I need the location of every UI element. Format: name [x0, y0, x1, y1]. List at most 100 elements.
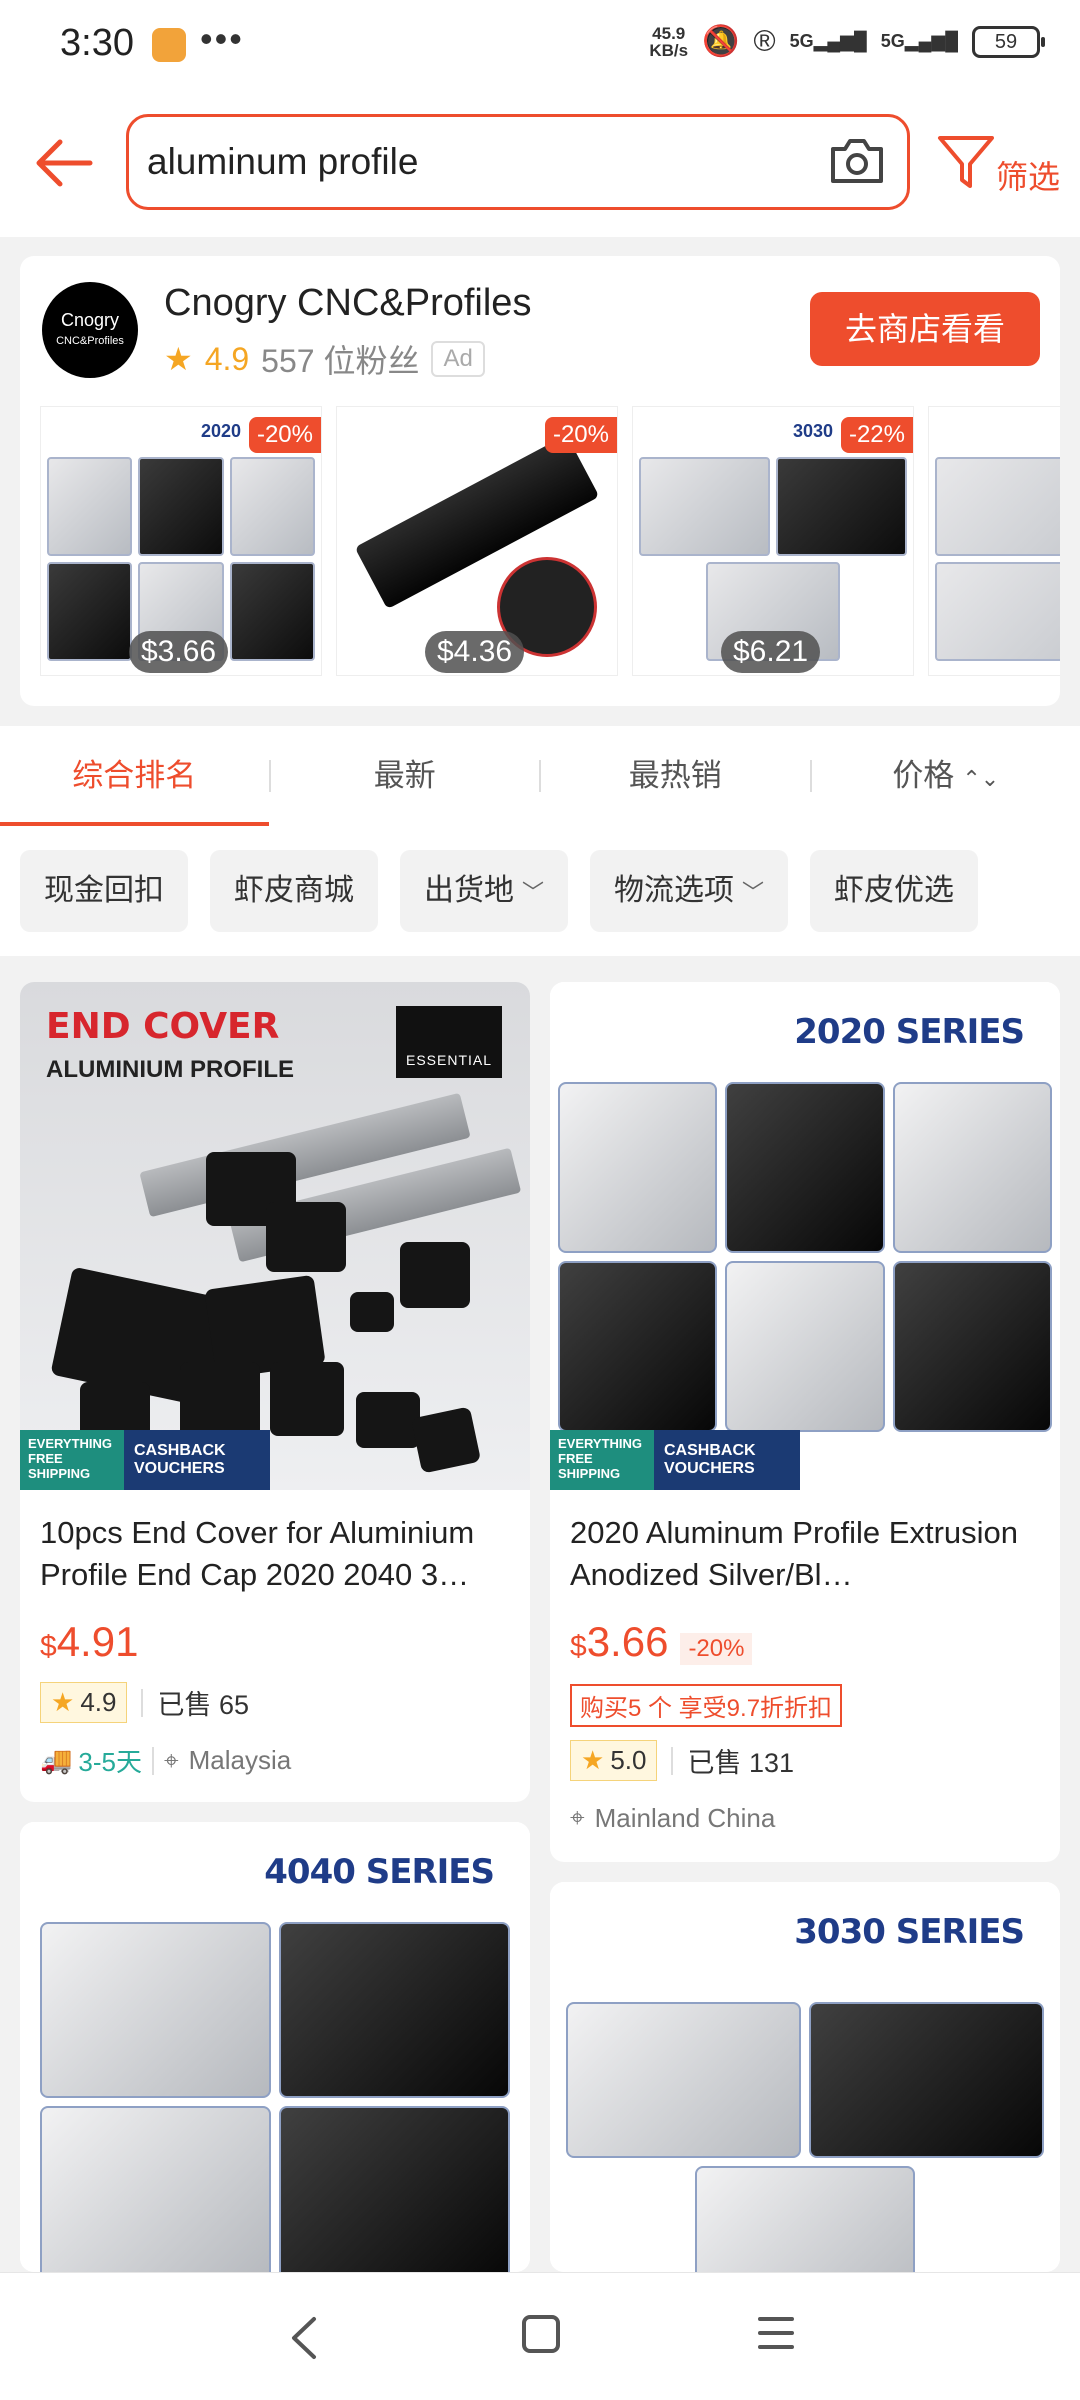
truck-icon: 🚚	[40, 1745, 73, 1775]
divider	[671, 1746, 674, 1775]
chevron-down-icon: ﹀	[742, 880, 765, 905]
bulk-discount-tag: 购买5 个 享受9.7折折扣	[570, 1684, 843, 1727]
chip-logistics[interactable]: 物流选项 ﹀	[590, 850, 789, 932]
search-header: aluminum profile 筛选	[0, 92, 1080, 237]
end-cap	[270, 1362, 344, 1436]
discount-tag: -20%	[248, 417, 321, 453]
product-image[interactable]: 4040 SERIES	[20, 1822, 530, 2272]
more-notifications-icon: •••	[200, 18, 244, 59]
end-cap	[356, 1392, 420, 1448]
shop-product-item[interactable]: $	[928, 406, 1060, 676]
product-image[interactable]: END COVER ALUMINIUM PROFILE ESSENTIAL EV…	[20, 982, 530, 1490]
image-title: 3030 SERIES	[794, 1912, 1025, 1952]
shop-followers: 557 位粉丝	[261, 343, 420, 379]
tab-top-sales[interactable]: 最热销	[541, 726, 810, 826]
sold-count: 已售 131	[687, 1748, 795, 1778]
price-value: 3.66	[586, 1618, 669, 1665]
product-card[interactable]: 2020 SERIES EVERYTHING FREE SHIPPING CAS…	[550, 982, 1060, 1862]
product-card[interactable]: 4040 SERIES	[20, 1822, 530, 2272]
registered-icon: ®	[753, 24, 776, 58]
product-image[interactable]: 3030 SERIES	[550, 1882, 1060, 2272]
ship-location: Mainland China	[594, 1802, 776, 1833]
signal-sim2-icon: 5G▂▄▆█	[880, 31, 958, 51]
back-arrow-icon[interactable]	[30, 130, 96, 196]
free-shipping-label: EVERYTHING FREE SHIPPING	[20, 1430, 124, 1490]
status-icons: 45.9 KB/s 🔕 ® 5G▂▄▆█ 5G▂▄▆█ 59	[649, 24, 1045, 59]
shop-product-carousel[interactable]: 2020 -20% $3.66 -20% $4.36 3030 -22% $6.…	[40, 406, 1060, 686]
chip-ship-from[interactable]: 出货地 ﹀	[400, 850, 569, 932]
star-icon: ★	[51, 1687, 75, 1717]
shop-logo[interactable]: Cnogry CNC&Profiles	[42, 282, 138, 378]
product-title[interactable]: 2020 Aluminum Profile Extrusion Anodized…	[570, 1512, 1040, 1596]
sort-toggle-icon: ⌃⌄	[962, 766, 1000, 791]
sponsored-shop-card[interactable]: Cnogry CNC&Profiles Cnogry CNC&Profiles …	[20, 256, 1060, 706]
product-title[interactable]: 10pcs End Cover for Aluminium Profile En…	[40, 1512, 510, 1596]
nav-back-icon[interactable]	[284, 2313, 324, 2363]
image-title: 4040 SERIES	[264, 1852, 495, 1892]
location-pin-icon: ⌖	[570, 1802, 585, 1832]
divider	[151, 1746, 154, 1775]
discount-tag: -22%	[840, 417, 913, 453]
cashback-label: CASHBACK VOUCHERS	[654, 1430, 800, 1490]
product-rating-row: ★ 4.9 已售 65	[40, 1682, 249, 1723]
series-label: 3030	[793, 421, 834, 441]
delivery-estimate: 🚚 3-5天	[40, 1745, 142, 1777]
shop-meta: ★ 4.9 557 位粉丝 Ad	[164, 336, 485, 382]
ad-badge: Ad	[431, 341, 485, 377]
system-nav-bar	[0, 2272, 1080, 2400]
filter-button-label[interactable]: 筛选	[996, 152, 1060, 198]
shop-name[interactable]: Cnogry CNC&Profiles	[164, 282, 531, 325]
visit-shop-button[interactable]: 去商店看看	[810, 292, 1040, 366]
shipping-row: 🚚 3-5天 ⌖ Malaysia	[40, 1742, 291, 1779]
promo-banner: EVERYTHING FREE SHIPPING CASHBACK VOUCHE…	[550, 1430, 800, 1490]
star-icon: ★	[164, 341, 193, 377]
filter-icon[interactable]	[936, 132, 996, 192]
shop-product-item[interactable]: -20% $4.36	[336, 406, 618, 676]
product-image[interactable]: 2020 SERIES EVERYTHING FREE SHIPPING CAS…	[550, 982, 1060, 1490]
rating-badge: ★ 4.9	[40, 1682, 128, 1723]
tab-price[interactable]: 价格 ⌃⌄	[812, 726, 1080, 826]
product-card[interactable]: END COVER ALUMINIUM PROFILE ESSENTIAL EV…	[20, 982, 530, 1802]
tab-latest[interactable]: 最新	[271, 726, 540, 826]
nav-home-icon[interactable]	[522, 2315, 560, 2353]
location-pin-icon: ⌖	[163, 1744, 179, 1775]
shop-product-item[interactable]: 2020 -20% $3.66	[40, 406, 322, 676]
discount-tag: -20%	[544, 417, 617, 453]
product-rating-row: ★ 5.0 已售 131	[570, 1740, 794, 1781]
profile-grid	[558, 1082, 1052, 1432]
cashback-label: CASHBACK VOUCHERS	[124, 1430, 270, 1490]
signal-sim1-icon: 5G▂▄▆█	[789, 31, 867, 51]
product-image	[935, 457, 1060, 661]
series-label: 2020	[201, 421, 242, 441]
mute-icon: 🔕	[702, 25, 740, 58]
shop-rating: 4.9	[204, 340, 250, 377]
star-icon: ★	[581, 1745, 605, 1775]
profile-grid	[566, 2002, 1044, 2272]
chip-preferred[interactable]: 虾皮优选	[810, 850, 979, 932]
search-input[interactable]: aluminum profile	[126, 114, 910, 210]
discount-badge: -20%	[680, 1633, 753, 1665]
shop-product-item[interactable]: 3030 -22% $6.21	[632, 406, 914, 676]
product-card[interactable]: 3030 SERIES	[550, 1882, 1060, 2272]
tab-relevance[interactable]: 综合排名	[0, 726, 269, 826]
end-cap	[400, 1242, 470, 1308]
rating-badge: ★ 5.0	[570, 1740, 658, 1781]
image-subtitle: ALUMINIUM PROFILE	[46, 1056, 294, 1083]
camera-icon[interactable]	[829, 135, 885, 187]
profile-grid	[40, 1922, 510, 2272]
divider	[141, 1688, 144, 1717]
product-price: $3.66 -20%	[570, 1618, 753, 1666]
end-cap	[266, 1202, 346, 1272]
chip-cashback[interactable]: 现金回扣	[20, 850, 188, 932]
clock: 3:30	[60, 22, 134, 64]
brand-logo: ESSENTIAL	[396, 1006, 502, 1078]
battery-icon: 59	[972, 25, 1045, 58]
chip-mall[interactable]: 虾皮商城	[210, 850, 378, 932]
image-title: END COVER	[46, 1006, 280, 1047]
price-value: 4.91	[56, 1618, 139, 1665]
status-bar: 3:30 ••• 45.9 KB/s 🔕 ® 5G▂▄▆█ 5G▂▄▆█ 59	[0, 0, 1080, 92]
search-query[interactable]: aluminum profile	[147, 141, 418, 183]
sort-tabs: 综合排名 最新 最热销 价格 ⌃⌄	[0, 726, 1080, 826]
nav-recents-icon[interactable]	[756, 2313, 796, 2353]
image-title: 2020 SERIES	[794, 1012, 1025, 1052]
